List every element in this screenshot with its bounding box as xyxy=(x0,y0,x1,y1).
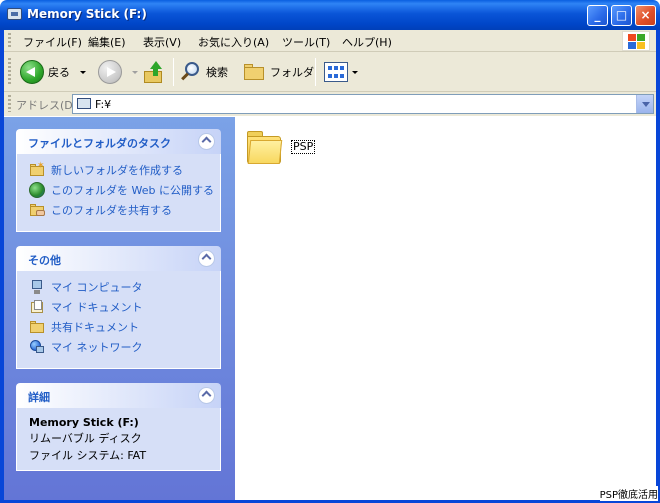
place-my-documents[interactable]: マイ ドキュメント xyxy=(29,299,143,315)
credit-text: PSP徹底活用 xyxy=(599,486,658,501)
toolbar-grip[interactable] xyxy=(8,58,11,86)
close-button[interactable]: × xyxy=(635,5,656,26)
task-pane: ファイルとフォルダのタスク ✶ 新しいフォルダを作成する このフォルダを Web… xyxy=(4,117,235,500)
place-my-computer[interactable]: マイ コンピュータ xyxy=(29,279,143,295)
place-label: 共有ドキュメント xyxy=(51,321,139,334)
place-label: マイ コンピュータ xyxy=(51,281,143,294)
menu-help[interactable]: ヘルプ(H) xyxy=(342,34,392,50)
file-tasks-header[interactable]: ファイルとフォルダのタスク xyxy=(16,129,221,154)
other-places-header[interactable]: その他 xyxy=(16,246,221,271)
forward-button[interactable] xyxy=(98,57,138,87)
details-name: Memory Stick (F:) xyxy=(29,416,139,429)
search-button[interactable]: 検索 xyxy=(180,57,228,87)
back-button[interactable]: 戻る xyxy=(20,57,86,87)
address-input[interactable]: F:¥ xyxy=(72,94,654,114)
menu-view[interactable]: 表示(V) xyxy=(143,34,181,50)
menu-tools[interactable]: ツール(T) xyxy=(282,34,330,50)
up-folder-button[interactable] xyxy=(144,57,164,87)
place-shared-documents[interactable]: 共有ドキュメント xyxy=(29,319,139,335)
toolbar-separator xyxy=(173,58,174,86)
folder-icon[interactable] xyxy=(245,127,285,167)
views-dropdown-icon[interactable] xyxy=(352,70,358,74)
shared-documents-icon xyxy=(29,319,45,335)
views-button[interactable] xyxy=(324,57,358,87)
up-folder-icon xyxy=(144,61,164,83)
folder-name[interactable]: PSP xyxy=(291,140,316,154)
web-publish-icon xyxy=(29,182,45,198)
window-title: Memory Stick (F:) xyxy=(27,7,147,21)
details-panel: Memory Stick (F:) リムーバブル ディスク ファイル システム:… xyxy=(16,408,221,471)
maximize-button[interactable]: □ xyxy=(611,5,632,26)
other-places-title: その他 xyxy=(28,254,61,267)
folders-label: フォルダ xyxy=(270,66,314,79)
menu-edit[interactable]: 編集(E) xyxy=(88,34,126,50)
file-tasks-title: ファイルとフォルダのタスク xyxy=(28,137,171,150)
place-label: マイ ネットワーク xyxy=(51,341,143,354)
collapse-icon[interactable] xyxy=(198,250,215,267)
views-icon xyxy=(324,62,348,82)
address-label: アドレス(D) xyxy=(16,99,78,112)
task-share-folder[interactable]: このフォルダを共有する xyxy=(29,202,172,218)
place-label: マイ ドキュメント xyxy=(51,301,143,314)
forward-arrow-icon xyxy=(98,60,122,84)
window-frame-right xyxy=(656,30,660,503)
menu-file[interactable]: ファイル(F) xyxy=(23,34,82,50)
collapse-icon[interactable] xyxy=(198,133,215,150)
details-filesystem: ファイル システム: FAT xyxy=(29,449,147,462)
back-arrow-icon xyxy=(20,60,44,84)
search-label: 検索 xyxy=(206,66,228,79)
details-header[interactable]: 詳細 xyxy=(16,383,221,408)
details-type: リムーバブル ディスク xyxy=(29,432,142,445)
collapse-icon[interactable] xyxy=(198,387,215,404)
drive-icon xyxy=(77,98,91,109)
my-network-icon xyxy=(29,339,45,355)
task-label: このフォルダを Web に公開する xyxy=(51,184,214,197)
task-publish-web[interactable]: このフォルダを Web に公開する xyxy=(29,182,214,198)
address-grip[interactable] xyxy=(8,95,11,112)
back-label: 戻る xyxy=(48,66,70,79)
address-value: F:¥ xyxy=(95,98,112,111)
my-computer-icon xyxy=(29,279,45,295)
search-icon xyxy=(180,61,202,83)
forward-dropdown-icon[interactable] xyxy=(132,70,138,74)
place-my-network[interactable]: マイ ネットワーク xyxy=(29,339,143,355)
minimize-button[interactable]: _ xyxy=(587,5,608,26)
my-documents-icon xyxy=(29,299,45,315)
file-tasks-panel: ✶ 新しいフォルダを作成する このフォルダを Web に公開する このフォルダを… xyxy=(16,154,221,232)
new-folder-icon: ✶ xyxy=(29,162,45,178)
address-dropdown-button[interactable] xyxy=(636,95,653,113)
share-folder-icon xyxy=(29,202,45,218)
menu-bar: ファイル(F) 編集(E) 表示(V) お気に入り(A) ツール(T) ヘルプ(… xyxy=(4,30,656,52)
memory-stick-icon xyxy=(7,8,22,20)
task-new-folder[interactable]: ✶ 新しいフォルダを作成する xyxy=(29,162,183,178)
toolbar-separator xyxy=(315,58,316,86)
address-bar: アドレス(D) F:¥ xyxy=(4,92,656,116)
menu-grip[interactable] xyxy=(8,33,11,49)
folders-button[interactable]: フォルダ xyxy=(244,57,314,87)
task-label: 新しいフォルダを作成する xyxy=(51,164,183,177)
file-list-area[interactable]: PSP xyxy=(235,117,656,500)
menu-favorites[interactable]: お気に入り(A) xyxy=(198,34,269,50)
task-label: このフォルダを共有する xyxy=(51,204,172,217)
other-places-panel: マイ コンピュータ マイ ドキュメント 共有ドキュメント マイ ネットワーク xyxy=(16,271,221,369)
back-dropdown-icon[interactable] xyxy=(80,70,86,74)
details-title: 詳細 xyxy=(28,391,50,404)
toolbar: 戻る 検索 フォルダ xyxy=(4,52,656,92)
title-bar[interactable]: Memory Stick (F:) _ □ × xyxy=(0,0,660,30)
windows-logo-icon xyxy=(622,31,650,51)
folders-icon xyxy=(244,63,266,81)
